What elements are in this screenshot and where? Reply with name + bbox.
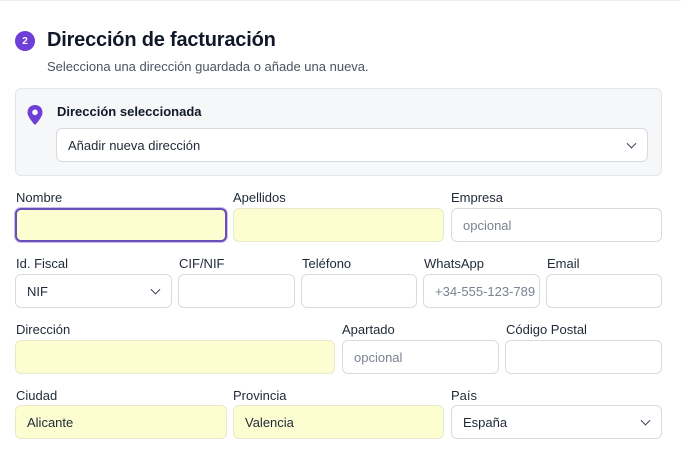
empresa-label: Empresa: [451, 190, 504, 205]
email-label: Email: [547, 256, 580, 271]
pais-label: País: [451, 388, 478, 403]
codigo-postal-label: Código Postal: [506, 322, 587, 337]
apellidos-label: Apellidos: [233, 190, 286, 205]
section-subtitle: Selecciona una dirección guardada o añad…: [47, 59, 369, 74]
apellidos-field[interactable]: [233, 208, 444, 242]
cif-nif-field[interactable]: [178, 274, 295, 308]
ciudad-field[interactable]: Alicante: [15, 405, 227, 439]
top-divider: [0, 0, 681, 1]
direccion-label: Dirección: [16, 322, 71, 337]
section-title: Dirección de facturación: [47, 29, 276, 51]
email-field[interactable]: [546, 274, 662, 308]
pais-select[interactable]: España: [451, 405, 662, 439]
cif-nif-label: CIF/NIF: [179, 256, 225, 271]
provincia-label: Provincia: [233, 388, 287, 403]
apartado-field[interactable]: opcional: [342, 340, 499, 374]
telefono-label: Teléfono: [302, 256, 352, 271]
nombre-field[interactable]: [15, 208, 227, 242]
nombre-label: Nombre: [16, 190, 63, 205]
id-fiscal-select[interactable]: NIF: [15, 274, 172, 308]
chevron-down-icon: [640, 415, 651, 426]
whatsapp-label: WhatsApp: [424, 256, 484, 271]
address-picker-label: Dirección seleccionada: [57, 104, 202, 119]
empresa-field[interactable]: opcional: [451, 208, 662, 242]
codigo-postal-field[interactable]: [505, 340, 662, 374]
address-select-value: Añadir nueva dirección: [68, 137, 201, 153]
chevron-down-icon: [150, 284, 161, 295]
telefono-field[interactable]: [301, 274, 417, 308]
map-pin-icon: [27, 105, 43, 125]
step-number-badge: 2: [15, 31, 35, 51]
id-fiscal-label: Id. Fiscal: [16, 256, 69, 271]
address-select[interactable]: Añadir nueva dirección: [56, 128, 648, 162]
whatsapp-field[interactable]: +34-555-123-789: [423, 274, 540, 308]
provincia-field[interactable]: Valencia: [233, 405, 444, 439]
ciudad-label: Ciudad: [16, 388, 58, 403]
direccion-field[interactable]: [15, 340, 335, 374]
chevron-down-icon: [626, 138, 637, 149]
apartado-label: Apartado: [342, 322, 395, 337]
